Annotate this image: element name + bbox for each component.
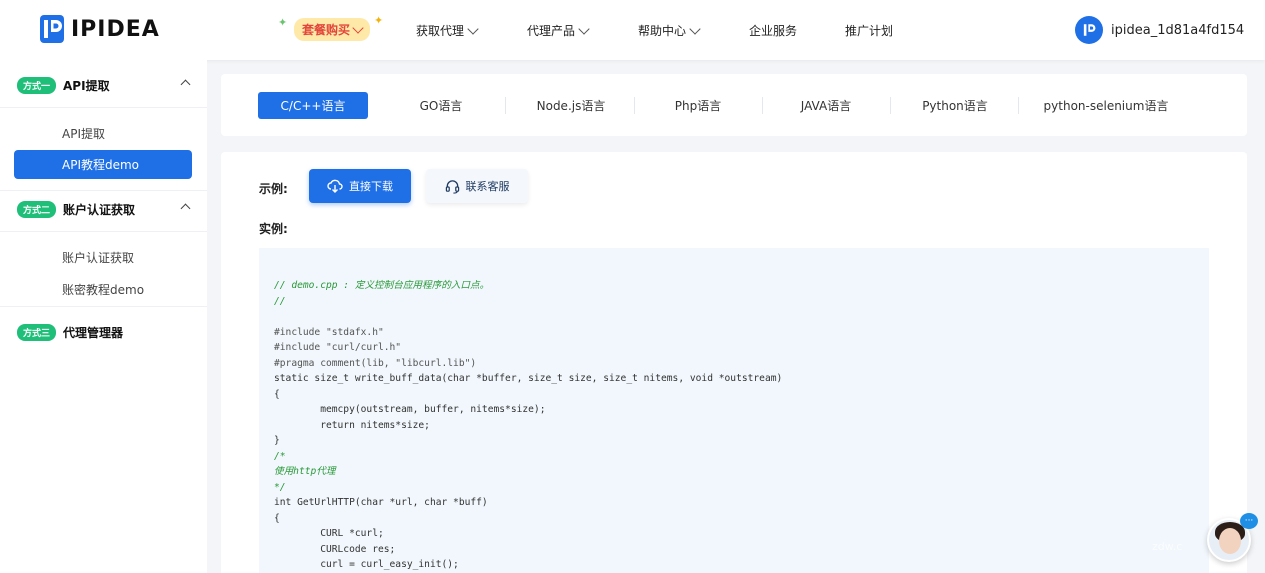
method-tag: 方式一 — [17, 77, 57, 94]
tab-python-selenium[interactable]: python-selenium语言 — [1036, 92, 1176, 119]
sidebar-item-account-auth[interactable]: 账户认证获取 — [62, 249, 134, 266]
nav-proxy-products[interactable]: 代理产品 — [527, 22, 590, 39]
nav-label: 帮助中心 — [638, 24, 687, 38]
code-line: #pragma comment(lib, "libcurl.lib") — [274, 357, 477, 369]
download-label: 直接下载 — [349, 180, 393, 193]
promo-badge[interactable]: 套餐购买 — [294, 18, 371, 41]
cloud-download-icon — [327, 179, 343, 193]
chevron-up-icon — [180, 203, 191, 214]
code-line: #include "curl/curl.h" — [274, 342, 402, 353]
nav-label: 推广计划 — [845, 24, 894, 38]
sidebar-item-api-extract[interactable]: API提取 — [62, 125, 105, 142]
avatar — [1075, 16, 1103, 44]
chevron-down-icon — [578, 22, 590, 35]
ipidea-logo-icon — [40, 15, 64, 43]
language-tabs: C/C++语言 GO语言 Node.js语言 Php语言 JAVA语言 Pyth… — [221, 74, 1247, 136]
nav-help-center[interactable]: 帮助中心 — [638, 22, 701, 39]
nav-enterprise-service[interactable]: 企业服务 — [749, 22, 797, 39]
username: ipidea_1d81a4fd154 — [1111, 22, 1245, 38]
code-line: // demo.cpp : 定义控制台应用程序的入口点。 — [274, 280, 490, 291]
code-line: curl = curl_easy_init(); — [274, 559, 459, 570]
divider — [0, 306, 207, 307]
tab-nodejs[interactable]: Node.js语言 — [526, 92, 616, 119]
divider — [0, 107, 207, 108]
logo-text: IPIDEA — [71, 16, 160, 42]
nav-label: 获取代理 — [416, 24, 465, 38]
nav-get-proxy[interactable]: 获取代理 — [416, 22, 479, 39]
sparkle-icon: ✦ — [278, 16, 288, 29]
code-line: CURLcode res; — [274, 543, 396, 555]
divider — [0, 231, 207, 232]
section-title: API提取 — [63, 79, 110, 93]
code-line: return nitems*size; — [274, 419, 430, 431]
demo-content: 示例: 直接下载 联系客服 实例: // demo.cpp : 定义控制台应用程… — [221, 152, 1247, 573]
code-line: 使用http代理 — [274, 466, 336, 477]
promo-label: 套餐购买 — [302, 23, 351, 37]
code-block: // demo.cpp : 定义控制台应用程序的入口点。 // #include… — [259, 248, 1209, 573]
headset-icon — [445, 179, 459, 194]
code-line: memcpy(outstream, buffer, nitems*size); — [274, 404, 546, 415]
sidebar-section-api[interactable]: 方式一 API提取 — [17, 77, 192, 94]
method-tag: 方式三 — [17, 324, 57, 341]
code-line: { — [274, 512, 280, 524]
section-title: 账户认证获取 — [63, 203, 136, 217]
tab-separator — [890, 97, 891, 114]
tab-python[interactable]: Python语言 — [911, 92, 999, 119]
sparkle-icon: ✦ — [374, 14, 384, 27]
tab-separator — [634, 97, 635, 114]
watermark: zdw.c — [1152, 540, 1183, 553]
sidebar-section-account-auth[interactable]: 方式二 账户认证获取 — [17, 201, 192, 218]
sidebar-item-api-demo[interactable]: API教程demo — [14, 150, 192, 179]
tab-separator — [505, 97, 506, 114]
sidebar: 方式一 API提取 API提取 API教程demo 方式二 账户认证获取 账户认… — [0, 60, 207, 573]
package-purchase-promo[interactable]: ✦ 套餐购买 ✦ — [278, 14, 383, 41]
chevron-down-icon — [467, 22, 479, 35]
tab-php[interactable]: Php语言 — [658, 92, 738, 119]
nav-promotion-plan[interactable]: 推广计划 — [845, 22, 893, 39]
instance-label: 实例: — [259, 222, 288, 236]
nav-label: 企业服务 — [749, 24, 798, 38]
code-line: int GetUrlHTTP(char *url, char *buff) — [274, 497, 488, 508]
ipidea-logo[interactable]: IPIDEA — [40, 15, 160, 43]
code-line: #include "stdafx.h" — [274, 326, 384, 338]
tab-separator — [762, 97, 763, 114]
tab-java[interactable]: JAVA语言 — [786, 92, 866, 119]
code-line: static size_t write_buff_data(char *buff… — [274, 373, 783, 384]
chevron-down-icon — [352, 21, 364, 34]
code-line: { — [274, 388, 280, 400]
code-line: // — [274, 295, 286, 307]
top-navigation-bar: IPIDEA ✦ 套餐购买 ✦ 获取代理 代理产品 帮助中心 企业服务 推广计划 — [0, 0, 1265, 60]
code-line: } — [274, 435, 280, 446]
sidebar-section-proxy-manager[interactable]: 方式三 代理管理器 — [17, 324, 192, 341]
contact-support-button[interactable]: 联系客服 — [426, 169, 528, 203]
method-tag: 方式二 — [17, 201, 57, 218]
chevron-up-icon — [180, 79, 191, 90]
user-menu[interactable]: ipidea_1d81a4fd154 — [1075, 16, 1244, 44]
tab-cpp[interactable]: C/C++语言 — [258, 92, 368, 119]
code-line: */ — [274, 481, 286, 493]
user-logo-icon — [1083, 24, 1096, 36]
nav-label: 代理产品 — [527, 24, 576, 38]
tab-separator — [1018, 97, 1019, 114]
example-label: 示例: — [259, 182, 288, 196]
chat-bubble-icon[interactable]: ··· — [1240, 513, 1258, 529]
tab-go[interactable]: GO语言 — [401, 92, 481, 119]
divider — [0, 190, 207, 191]
code-line: /* — [274, 450, 286, 462]
chevron-down-icon — [689, 22, 701, 35]
agent-face — [1219, 528, 1241, 554]
code-line: CURL *curl; — [274, 528, 384, 539]
sidebar-item-account-demo[interactable]: 账密教程demo — [62, 281, 144, 298]
section-title: 代理管理器 — [63, 326, 124, 340]
direct-download-button[interactable]: 直接下载 — [309, 169, 411, 203]
contact-label: 联系客服 — [465, 180, 510, 193]
